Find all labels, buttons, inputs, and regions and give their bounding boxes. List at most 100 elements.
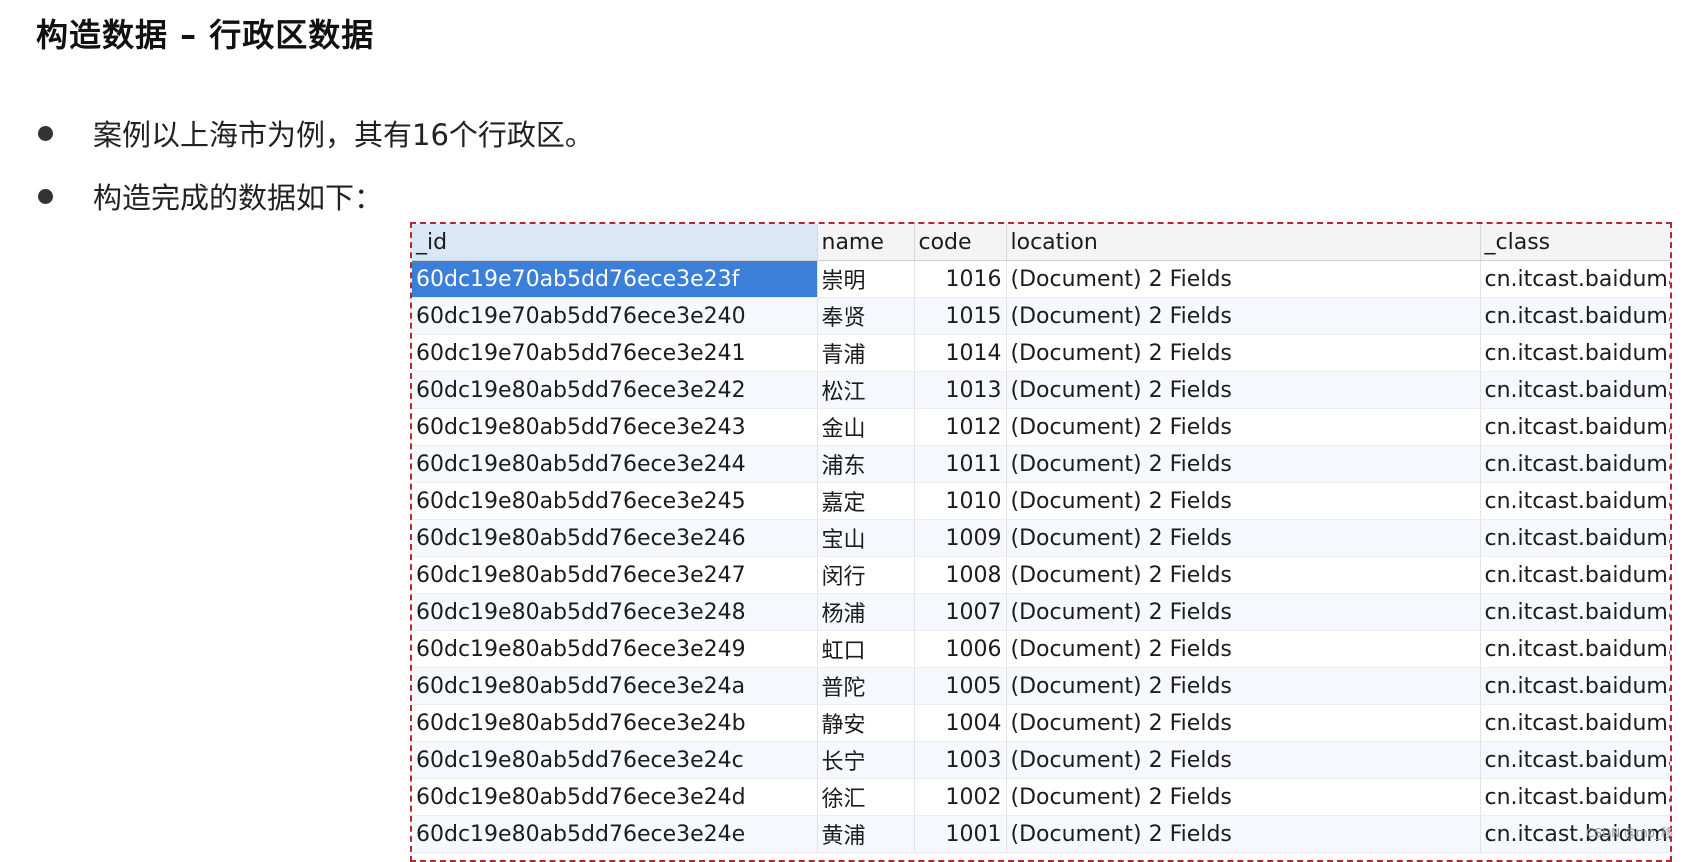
cell-class[interactable]: cn.itcast.baiduma <box>1480 556 1670 594</box>
table-row[interactable]: 60dc19e80ab5dd76ece3e24b 静安 1004 (Document)… <box>412 704 1670 742</box>
cell-code[interactable]: 1004 <box>914 704 1007 742</box>
cell-code[interactable]: 1009 <box>914 519 1007 557</box>
table-row[interactable]: 60dc19e80ab5dd76ece3e24e 黄浦 1001 (Document)… <box>412 815 1670 853</box>
column-header-class[interactable]: _class <box>1480 224 1670 261</box>
cell-code[interactable]: 1011 <box>914 445 1007 483</box>
cell-name[interactable]: 黄浦 <box>817 815 915 853</box>
cell-name[interactable]: 普陀 <box>817 667 915 705</box>
cell-class[interactable]: cn.itcast.baiduma <box>1480 297 1670 335</box>
cell-location[interactable]: (Document) 2 Fields <box>1006 334 1481 372</box>
cell-location[interactable]: (Document) 2 Fields <box>1006 556 1481 594</box>
cell-id[interactable]: 60dc19e80ab5dd76ece3e245 <box>412 482 818 520</box>
table-row[interactable]: 60dc19e70ab5dd76ece3e23f 崇明 1016 (Document)… <box>412 260 1670 298</box>
cell-id[interactable]: 60dc19e80ab5dd76ece3e24d <box>412 778 818 816</box>
table-row[interactable]: 60dc19e80ab5dd76ece3e24a 普陀 1005 (Document)… <box>412 667 1670 705</box>
table-row[interactable]: 60dc19e80ab5dd76ece3e243 金山 1012 (Document)… <box>412 408 1670 446</box>
cell-id[interactable]: 60dc19e80ab5dd76ece3e24b <box>412 704 818 742</box>
table-row[interactable]: 60dc19e80ab5dd76ece3e247 闵行 1008 (Document)… <box>412 556 1670 594</box>
cell-id[interactable]: 60dc19e80ab5dd76ece3e244 <box>412 445 818 483</box>
cell-location[interactable]: (Document) 2 Fields <box>1006 445 1481 483</box>
cell-id[interactable]: 60dc19e80ab5dd76ece3e243 <box>412 408 818 446</box>
cell-class[interactable]: cn.itcast.baiduma <box>1480 741 1670 779</box>
cell-class[interactable]: cn.itcast.baiduma <box>1480 704 1670 742</box>
cell-location[interactable]: (Document) 2 Fields <box>1006 260 1481 298</box>
cell-name[interactable]: 青浦 <box>817 334 915 372</box>
cell-code[interactable]: 1016 <box>914 260 1007 298</box>
table-row[interactable]: 60dc19e80ab5dd76ece3e244 浦东 1011 (Document)… <box>412 445 1670 483</box>
cell-location[interactable]: (Document) 2 Fields <box>1006 371 1481 409</box>
cell-id[interactable]: 60dc19e80ab5dd76ece3e249 <box>412 630 818 668</box>
cell-name[interactable]: 宝山 <box>817 519 915 557</box>
cell-name[interactable]: 崇明 <box>817 260 915 298</box>
cell-code[interactable]: 1014 <box>914 334 1007 372</box>
cell-location[interactable]: (Document) 2 Fields <box>1006 482 1481 520</box>
cell-id[interactable]: 60dc19e70ab5dd76ece3e23f <box>412 260 818 298</box>
cell-code[interactable]: 1012 <box>914 408 1007 446</box>
cell-id[interactable]: 60dc19e80ab5dd76ece3e24e <box>412 815 818 853</box>
table-row[interactable]: 60dc19e70ab5dd76ece3e241 青浦 1014 (Document)… <box>412 334 1670 372</box>
cell-location[interactable]: (Document) 2 Fields <box>1006 297 1481 335</box>
cell-code[interactable]: 1005 <box>914 667 1007 705</box>
cell-location[interactable]: (Document) 2 Fields <box>1006 519 1481 557</box>
cell-id[interactable]: 60dc19e80ab5dd76ece3e246 <box>412 519 818 557</box>
cell-code[interactable]: 1013 <box>914 371 1007 409</box>
cell-location[interactable]: (Document) 2 Fields <box>1006 408 1481 446</box>
cell-name[interactable]: 闵行 <box>817 556 915 594</box>
cell-class[interactable]: cn.itcast.baiduma <box>1480 630 1670 668</box>
cell-id[interactable]: 60dc19e80ab5dd76ece3e247 <box>412 556 818 594</box>
cell-class[interactable]: cn.itcast.baiduma <box>1480 371 1670 409</box>
cell-code[interactable]: 1006 <box>914 630 1007 668</box>
cell-name[interactable]: 徐汇 <box>817 778 915 816</box>
cell-id[interactable]: 60dc19e80ab5dd76ece3e242 <box>412 371 818 409</box>
cell-id[interactable]: 60dc19e70ab5dd76ece3e241 <box>412 334 818 372</box>
cell-name[interactable]: 金山 <box>817 408 915 446</box>
cell-location[interactable]: (Document) 2 Fields <box>1006 667 1481 705</box>
cell-class[interactable]: cn.itcast.baiduma <box>1480 667 1670 705</box>
cell-code[interactable]: 1008 <box>914 556 1007 594</box>
cell-location[interactable]: (Document) 2 Fields <box>1006 593 1481 631</box>
cell-class[interactable]: cn.itcast.baiduma <box>1480 519 1670 557</box>
cell-class[interactable]: cn.itcast.baiduma <box>1480 445 1670 483</box>
cell-code[interactable]: 1003 <box>914 741 1007 779</box>
cell-name[interactable]: 长宁 <box>817 741 915 779</box>
cell-id[interactable]: 60dc19e80ab5dd76ece3e24a <box>412 667 818 705</box>
column-header-id[interactable]: _id <box>412 224 818 261</box>
cell-class[interactable]: cn.itcast.baiduma <box>1480 408 1670 446</box>
cell-name[interactable]: 松江 <box>817 371 915 409</box>
cell-code[interactable]: 1015 <box>914 297 1007 335</box>
cell-location[interactable]: (Document) 2 Fields <box>1006 815 1481 853</box>
cell-name[interactable]: 嘉定 <box>817 482 915 520</box>
cell-name[interactable]: 虹口 <box>817 630 915 668</box>
cell-code[interactable]: 1001 <box>914 815 1007 853</box>
column-header-code[interactable]: code <box>914 224 1007 261</box>
table-row[interactable]: 60dc19e80ab5dd76ece3e24c 长宁 1003 (Document)… <box>412 741 1670 779</box>
cell-name[interactable]: 奉贤 <box>817 297 915 335</box>
cell-id[interactable]: 60dc19e80ab5dd76ece3e248 <box>412 593 818 631</box>
cell-class[interactable]: cn.itcast.baiduma <box>1480 260 1670 298</box>
cell-id[interactable]: 60dc19e70ab5dd76ece3e240 <box>412 297 818 335</box>
cell-name[interactable]: 静安 <box>817 704 915 742</box>
table-row[interactable]: 60dc19e80ab5dd76ece3e245 嘉定 1010 (Document)… <box>412 482 1670 520</box>
cell-name[interactable]: 浦东 <box>817 445 915 483</box>
cell-code[interactable]: 1002 <box>914 778 1007 816</box>
table-row[interactable]: 60dc19e80ab5dd76ece3e24d 徐汇 1002 (Document)… <box>412 778 1670 816</box>
column-header-name[interactable]: name <box>817 224 915 261</box>
cell-name[interactable]: 杨浦 <box>817 593 915 631</box>
column-header-location[interactable]: location <box>1006 224 1481 261</box>
cell-code[interactable]: 1007 <box>914 593 1007 631</box>
cell-class[interactable]: cn.itcast.baiduma <box>1480 778 1670 816</box>
cell-id[interactable]: 60dc19e80ab5dd76ece3e24c <box>412 741 818 779</box>
cell-location[interactable]: (Document) 2 Fields <box>1006 778 1481 816</box>
cell-class[interactable]: cn.itcast.baiduma <box>1480 334 1670 372</box>
cell-code[interactable]: 1010 <box>914 482 1007 520</box>
cell-class[interactable]: cn.itcast.baiduma <box>1480 593 1670 631</box>
table-row[interactable]: 60dc19e70ab5dd76ece3e240 奉贤 1015 (Document)… <box>412 297 1670 335</box>
cell-location[interactable]: (Document) 2 Fields <box>1006 741 1481 779</box>
cell-location[interactable]: (Document) 2 Fields <box>1006 630 1481 668</box>
table-row[interactable]: 60dc19e80ab5dd76ece3e246 宝山 1009 (Document)… <box>412 519 1670 557</box>
table-row[interactable]: 60dc19e80ab5dd76ece3e249 虹口 1006 (Document)… <box>412 630 1670 668</box>
table-row[interactable]: 60dc19e80ab5dd76ece3e242 松江 1013 (Document)… <box>412 371 1670 409</box>
cell-class[interactable]: cn.itcast.baiduma <box>1480 482 1670 520</box>
cell-location[interactable]: (Document) 2 Fields <box>1006 704 1481 742</box>
table-row[interactable]: 60dc19e80ab5dd76ece3e248 杨浦 1007 (Document)… <box>412 593 1670 631</box>
